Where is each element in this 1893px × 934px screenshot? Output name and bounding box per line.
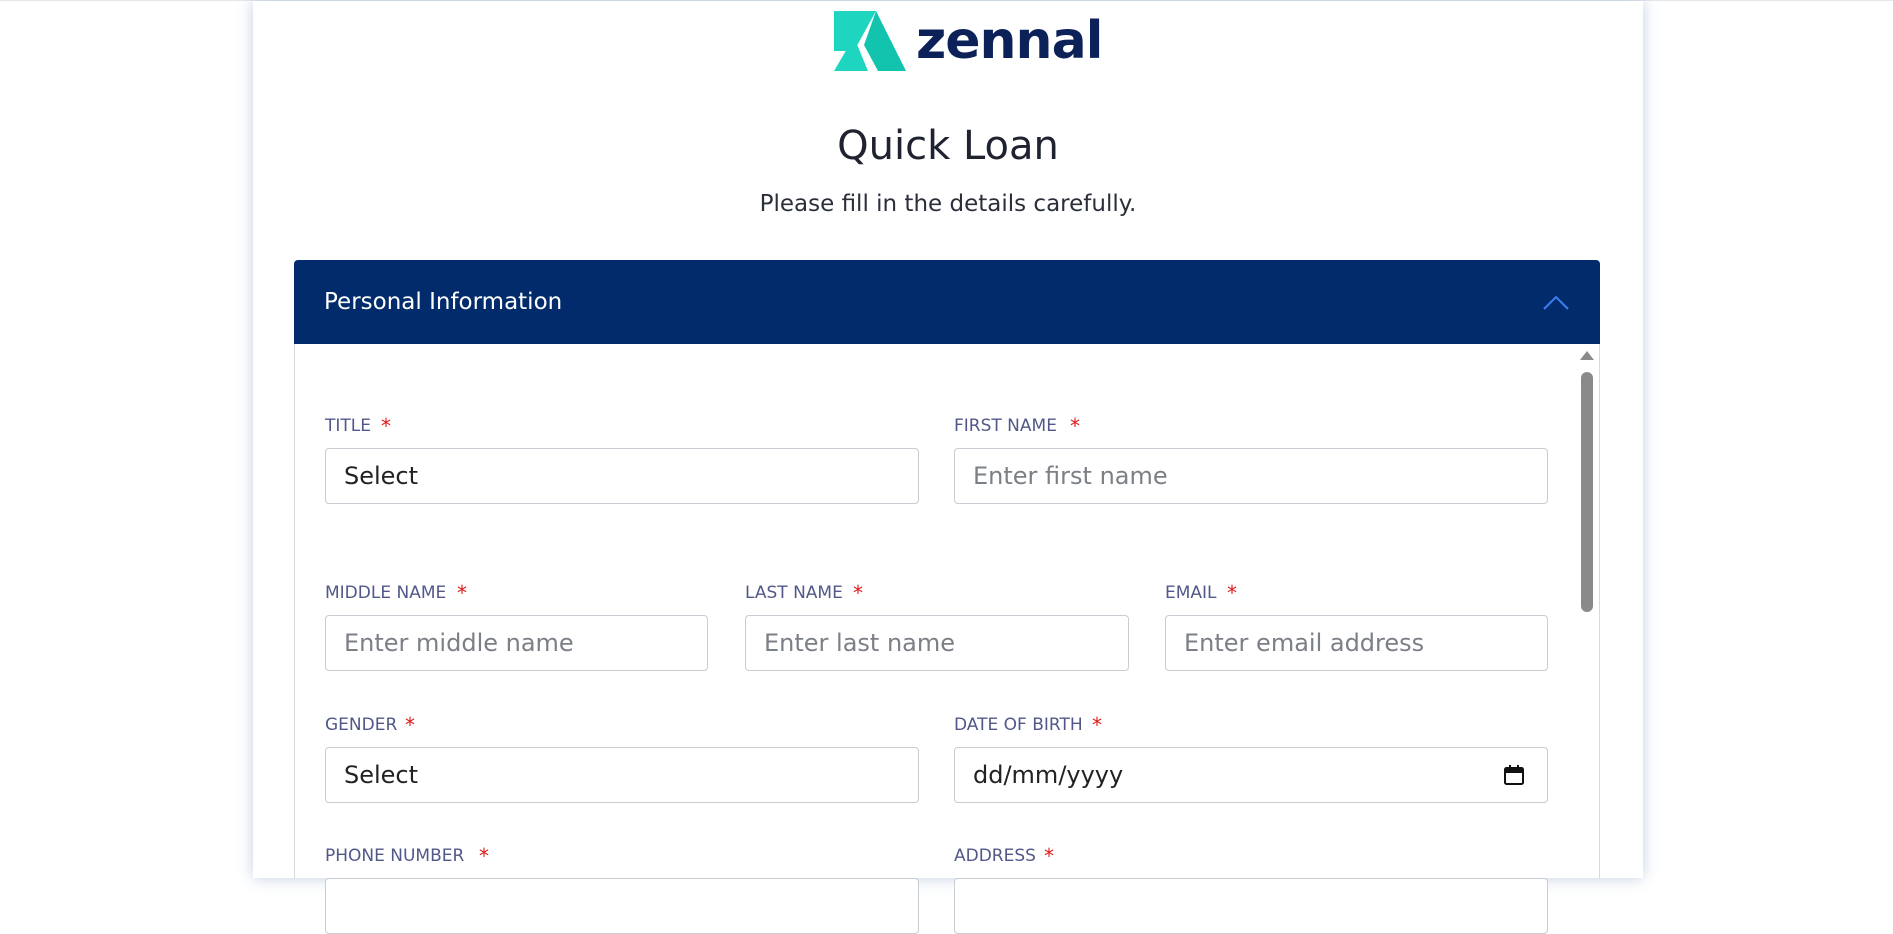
required-marker: * xyxy=(405,713,415,737)
personal-information-body: TITLE * Select FIRST NAME * MIDDLE NAME … xyxy=(294,344,1600,934)
required-marker: * xyxy=(381,414,391,438)
zennal-logo-mark-icon xyxy=(834,11,906,71)
title-select-value: Select xyxy=(344,462,419,490)
brand-name: zennal xyxy=(916,11,1103,71)
first-name-label: FIRST NAME xyxy=(954,416,1057,436)
section-title: Personal Information xyxy=(324,289,563,315)
zennal-logo[interactable]: zennal xyxy=(828,9,1103,73)
required-marker: * xyxy=(1070,414,1080,438)
date-of-birth-value: dd/mm/yyyy xyxy=(973,761,1124,789)
required-marker: * xyxy=(457,581,467,605)
last-name-label: LAST NAME xyxy=(745,583,843,603)
last-name-input[interactable] xyxy=(745,615,1129,671)
email-label: EMAIL xyxy=(1165,583,1217,603)
date-of-birth-label: DATE OF BIRTH xyxy=(954,715,1083,735)
title-label: TITLE xyxy=(325,416,371,436)
required-marker: * xyxy=(1227,581,1237,605)
calendar-icon[interactable] xyxy=(1503,764,1525,786)
phone-number-input[interactable] xyxy=(325,878,919,934)
email-input[interactable] xyxy=(1165,615,1548,671)
required-marker: * xyxy=(1092,713,1102,737)
address-label: ADDRESS xyxy=(954,846,1036,866)
phone-number-label: PHONE NUMBER xyxy=(325,846,465,866)
first-name-input[interactable] xyxy=(954,448,1548,504)
required-marker: * xyxy=(1044,844,1054,868)
scroll-up-arrow-icon[interactable] xyxy=(1580,351,1594,360)
personal-information-header[interactable]: Personal Information xyxy=(294,260,1600,344)
required-marker: * xyxy=(479,844,489,868)
form-card: zennal Quick Loan Please fill in the det… xyxy=(253,1,1643,934)
chevron-up-icon[interactable] xyxy=(1542,293,1570,311)
middle-name-label: MIDDLE NAME xyxy=(325,583,447,603)
page-title: Quick Loan xyxy=(837,123,1059,169)
gender-label: GENDER xyxy=(325,715,398,735)
title-select[interactable]: Select xyxy=(325,448,919,504)
required-marker: * xyxy=(853,581,863,605)
page-subtitle: Please fill in the details carefully. xyxy=(759,191,1137,217)
date-of-birth-input[interactable]: dd/mm/yyyy xyxy=(954,747,1548,803)
address-input[interactable] xyxy=(954,878,1548,934)
gender-select-value: Select xyxy=(344,761,419,789)
section-scrollbar[interactable] xyxy=(1578,349,1596,878)
scroll-thumb[interactable] xyxy=(1581,372,1593,612)
middle-name-input[interactable] xyxy=(325,615,708,671)
gender-select[interactable]: Select xyxy=(325,747,919,803)
